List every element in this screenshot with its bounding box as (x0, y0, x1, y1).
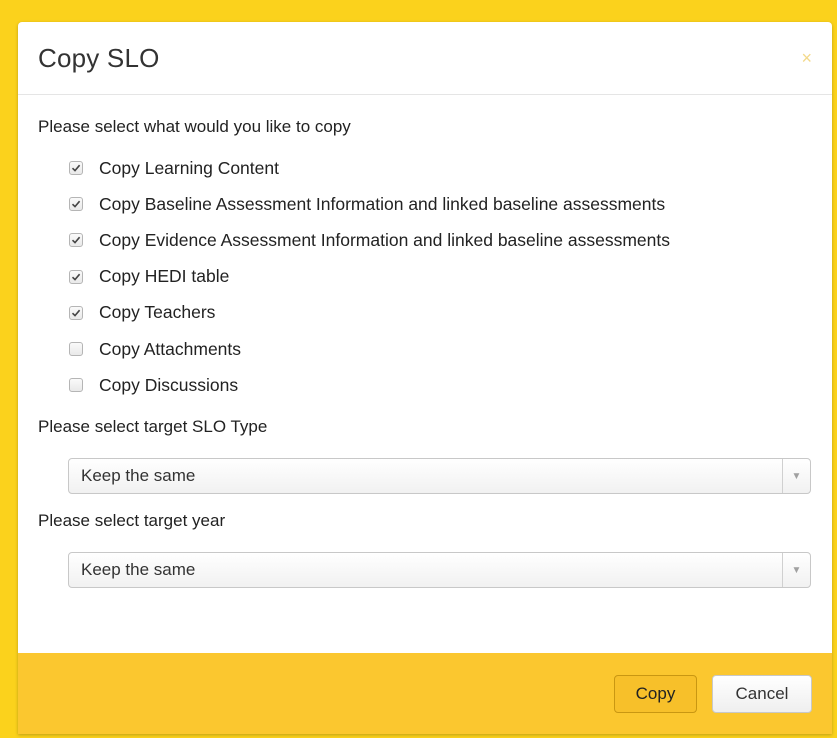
target-year-value: Keep the same (81, 560, 196, 580)
option-label: Copy Teachers (99, 302, 216, 323)
cancel-button[interactable]: Cancel (712, 674, 812, 713)
option-copy-attachments[interactable]: Copy Attachments (69, 331, 812, 367)
option-copy-hedi-table[interactable]: Copy HEDI table (69, 259, 812, 295)
option-label: Copy Learning Content (99, 157, 279, 178)
checkbox[interactable] (69, 197, 83, 212)
option-copy-discussions[interactable]: Copy Discussions (69, 367, 812, 403)
option-label: Copy Discussions (99, 374, 239, 395)
copy-button[interactable]: Copy (614, 674, 697, 713)
checkbox-check-icon (71, 273, 81, 281)
dialog-body: Please select what would you like to cop… (18, 95, 832, 589)
option-copy-baseline-assessment[interactable]: Copy Baseline Assessment Information and… (69, 186, 812, 222)
checkbox-check-icon (71, 200, 81, 209)
dialog-footer: Copy Cancel (18, 653, 832, 734)
checkbox-check-icon (71, 237, 81, 245)
checkbox[interactable] (69, 269, 83, 284)
dialog-title: Copy SLO (38, 42, 160, 73)
checkbox[interactable] (69, 305, 83, 320)
option-copy-teachers[interactable]: Copy Teachers (69, 295, 812, 331)
slo-type-value: Keep the same (81, 466, 196, 486)
dialog-header: Copy SLO × (18, 22, 832, 95)
option-label: Copy Evidence Assessment Information and… (99, 229, 670, 250)
dropdown-arrow-icon[interactable]: ▼ (782, 459, 810, 494)
copy-options-list: Copy Learning Content Copy Baseline Asse… (38, 150, 812, 403)
slo-type-label: Please select target SLO Type (38, 417, 268, 437)
copy-slo-dialog: Copy SLO × Please select what would you … (18, 22, 832, 734)
close-icon[interactable]: × (801, 49, 812, 67)
option-copy-evidence-assessment[interactable]: Copy Evidence Assessment Information and… (69, 222, 812, 258)
checkbox-check-icon (71, 164, 81, 172)
option-label: Copy Attachments (99, 338, 242, 359)
target-year-label: Please select target year (38, 511, 226, 531)
option-copy-learning-content[interactable]: Copy Learning Content (69, 150, 812, 186)
highlight-frame: Copy SLO × Please select what would you … (0, 0, 837, 738)
checkbox[interactable] (69, 378, 83, 393)
copy-prompt-label: Please select what would you like to cop… (38, 117, 351, 136)
checkbox[interactable] (69, 342, 83, 357)
checkbox[interactable] (69, 233, 83, 248)
dropdown-arrow-icon[interactable]: ▼ (782, 553, 810, 588)
option-label: Copy Baseline Assessment Information and… (99, 193, 666, 214)
checkbox[interactable] (69, 161, 83, 176)
slo-type-select[interactable]: Keep the same ▼ (68, 458, 811, 495)
option-label: Copy HEDI table (99, 266, 230, 287)
checkbox-check-icon (71, 309, 81, 317)
target-year-select[interactable]: Keep the same ▼ (68, 552, 811, 589)
